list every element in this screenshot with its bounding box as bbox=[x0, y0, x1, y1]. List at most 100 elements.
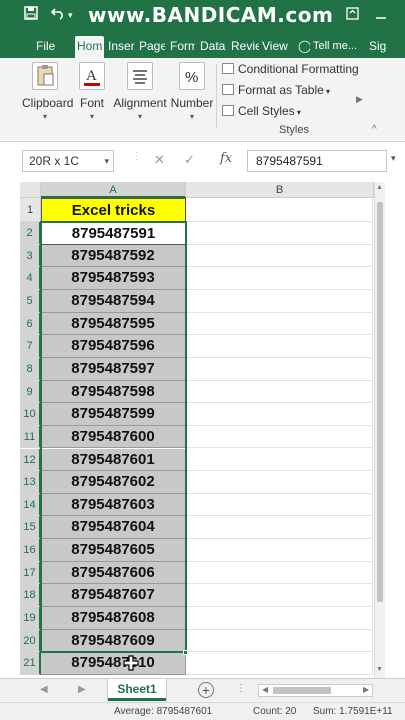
cell-a[interactable]: 8795487596 bbox=[41, 335, 186, 358]
row-header[interactable]: 7 bbox=[20, 335, 41, 358]
undo-icon[interactable] bbox=[50, 6, 66, 24]
cell-a[interactable]: 8795487601 bbox=[41, 448, 186, 472]
clipboard-group[interactable]: Clipboard ▾ bbox=[22, 62, 73, 121]
alignment-group[interactable]: Alignment ▾ bbox=[112, 62, 168, 121]
cell-b[interactable] bbox=[186, 584, 373, 608]
cell-a[interactable]: 8795487603 bbox=[41, 493, 186, 517]
tab-view[interactable]: View bbox=[262, 36, 289, 58]
save-icon[interactable] bbox=[24, 6, 38, 24]
chevron-down-icon[interactable]: ▾ bbox=[104, 151, 109, 171]
horizontal-scrollbar[interactable]: ◀ ▶ bbox=[258, 684, 373, 697]
cell-b[interactable] bbox=[186, 493, 373, 517]
cell-a[interactable]: 8795487593 bbox=[41, 267, 186, 290]
header-cell-a1[interactable]: Excel tricks bbox=[41, 198, 186, 222]
cell-styles-button[interactable]: Cell Styles ▾ bbox=[222, 104, 301, 118]
cell-b[interactable] bbox=[186, 425, 373, 449]
formula-input[interactable]: 8795487591 bbox=[247, 150, 387, 172]
row-header[interactable]: 20 bbox=[20, 629, 41, 653]
enter-icon[interactable]: ✓ bbox=[184, 152, 195, 168]
row-header[interactable]: 17 bbox=[20, 561, 41, 585]
scroll-up-icon[interactable]: ▲ bbox=[376, 184, 383, 191]
undo-dropdown-icon[interactable]: ▾ bbox=[68, 10, 73, 21]
cell-a[interactable]: 8795487605 bbox=[41, 539, 186, 562]
vertical-scrollbar[interactable]: ▲ ▼ bbox=[374, 182, 385, 678]
row-header[interactable]: 1 bbox=[20, 198, 41, 222]
column-header-a[interactable]: A bbox=[41, 182, 186, 198]
tab-home[interactable]: Hom bbox=[75, 36, 104, 58]
cell-b[interactable] bbox=[186, 335, 373, 358]
cell-b[interactable] bbox=[186, 403, 373, 426]
cell-a[interactable]: 8795487600 bbox=[41, 425, 186, 449]
add-sheet-button[interactable]: + bbox=[198, 682, 214, 698]
tab-sign-in[interactable]: Sig bbox=[369, 36, 389, 58]
cell-b[interactable] bbox=[186, 652, 373, 675]
tab-formulas[interactable]: Form bbox=[170, 36, 195, 58]
row-header[interactable]: 13 bbox=[20, 471, 41, 494]
row-header[interactable]: 12 bbox=[20, 448, 41, 472]
cell-a[interactable]: 8795487598 bbox=[41, 380, 186, 404]
cell-a[interactable]: 8795487597 bbox=[41, 357, 186, 381]
cancel-icon[interactable]: ✕ bbox=[154, 152, 165, 168]
cell-b[interactable] bbox=[186, 516, 373, 540]
cell-b[interactable] bbox=[186, 539, 373, 562]
row-header[interactable]: 15 bbox=[20, 516, 41, 540]
scroll-left-icon[interactable]: ◀ bbox=[262, 685, 268, 694]
conditional-formatting-button[interactable]: Conditional Formatting bbox=[222, 62, 359, 76]
row-header[interactable]: 14 bbox=[20, 493, 41, 517]
row-header[interactable]: 19 bbox=[20, 607, 41, 630]
cell-a[interactable]: 8795487609 bbox=[41, 629, 186, 653]
row-header[interactable]: 2 bbox=[20, 222, 41, 245]
cell-a[interactable]: 8795487604 bbox=[41, 516, 186, 540]
font-group[interactable]: A Font ▾ bbox=[78, 62, 106, 121]
row-header[interactable]: 4 bbox=[20, 267, 41, 290]
tab-data[interactable]: Data bbox=[200, 36, 226, 58]
row-header[interactable]: 21 bbox=[20, 652, 41, 675]
next-sheet-icon[interactable]: ▶ bbox=[78, 684, 86, 695]
name-box[interactable]: 20R x 1C ▾ bbox=[22, 150, 114, 172]
minimize-icon[interactable] bbox=[375, 6, 387, 24]
row-header[interactable]: 10 bbox=[20, 403, 41, 426]
cell-b[interactable] bbox=[186, 312, 373, 336]
row-header[interactable]: 3 bbox=[20, 244, 41, 268]
cell-a[interactable]: 8795487607 bbox=[41, 584, 186, 608]
chevron-right-icon[interactable]: ▶ bbox=[356, 94, 363, 105]
tab-insert[interactable]: Inser bbox=[108, 36, 135, 58]
tell-me-search[interactable]: Tell me... bbox=[313, 36, 363, 58]
sheet-tab-sheet1[interactable]: Sheet1 bbox=[108, 679, 166, 701]
cell-a[interactable]: 8795487610 bbox=[41, 652, 186, 675]
cell-b[interactable] bbox=[186, 471, 373, 494]
cell-b[interactable] bbox=[186, 289, 373, 313]
tab-file[interactable]: File bbox=[36, 36, 60, 58]
format-as-table-button[interactable]: Format as Table ▾ bbox=[222, 83, 330, 97]
scroll-right-icon[interactable]: ▶ bbox=[363, 685, 369, 694]
cell-b[interactable] bbox=[186, 222, 373, 245]
vertical-scroll-thumb[interactable] bbox=[377, 202, 383, 602]
cell-b[interactable] bbox=[186, 357, 373, 381]
row-header[interactable]: 5 bbox=[20, 289, 41, 313]
scroll-down-icon[interactable]: ▼ bbox=[376, 666, 383, 673]
select-all-corner[interactable] bbox=[20, 182, 41, 198]
ribbon-display-icon[interactable] bbox=[346, 7, 359, 24]
cell-b[interactable] bbox=[186, 629, 373, 653]
horizontal-scroll-thumb[interactable] bbox=[273, 687, 331, 694]
expand-formula-icon[interactable]: ▾ bbox=[391, 153, 396, 164]
row-header[interactable]: 18 bbox=[20, 584, 41, 608]
cell-a[interactable]: 8795487599 bbox=[41, 403, 186, 426]
cell-a[interactable]: 8795487602 bbox=[41, 471, 186, 494]
cell-b[interactable] bbox=[186, 198, 373, 222]
cell-a[interactable]: 8795487592 bbox=[41, 244, 186, 268]
cell-b[interactable] bbox=[186, 267, 373, 290]
row-header[interactable]: 16 bbox=[20, 539, 41, 562]
row-header[interactable]: 8 bbox=[20, 357, 41, 381]
cell-b[interactable] bbox=[186, 561, 373, 585]
row-header[interactable]: 11 bbox=[20, 425, 41, 449]
cell-b[interactable] bbox=[186, 380, 373, 404]
cell-b[interactable] bbox=[186, 244, 373, 268]
worksheet-grid[interactable]: A B ▲ ▼ 1 Excel tricks 2 8795487591 3 8795487… bbox=[0, 182, 405, 678]
cell-a[interactable]: 8795487595 bbox=[41, 312, 186, 336]
row-header[interactable]: 6 bbox=[20, 312, 41, 336]
tab-page-layout[interactable]: Page bbox=[139, 36, 165, 58]
cell-b[interactable] bbox=[186, 607, 373, 630]
insert-function-icon[interactable]: fx bbox=[220, 151, 232, 166]
column-header-b[interactable]: B bbox=[186, 182, 374, 198]
